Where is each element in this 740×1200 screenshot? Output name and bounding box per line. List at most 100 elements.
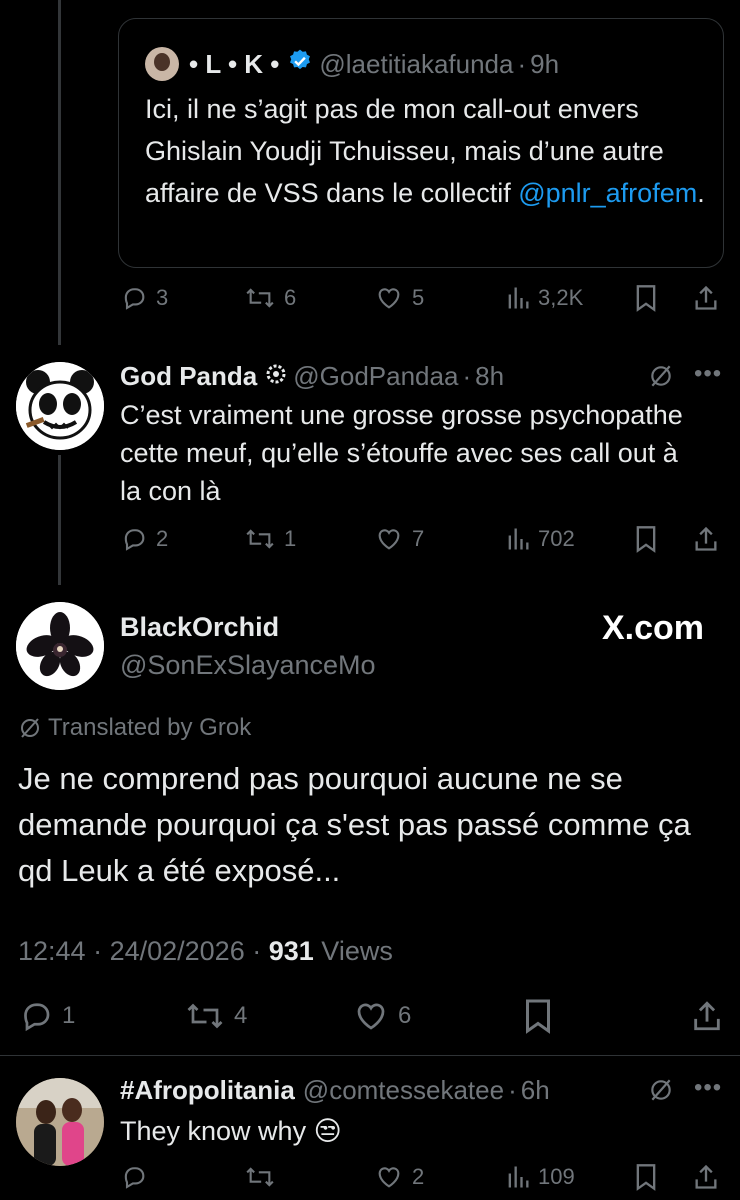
like-button[interactable]: 5: [374, 284, 424, 312]
views-icon: [508, 528, 529, 550]
dot-separator: ·: [244, 936, 269, 966]
quoted-tweet-text: Ici, il ne s’agit pas de mon call-out en…: [145, 88, 715, 214]
like-button[interactable]: 2: [374, 1163, 424, 1191]
views-button[interactable]: 109: [506, 1163, 575, 1191]
afropolitania-avatar-image: [16, 1078, 104, 1166]
bookmark-button[interactable]: [634, 525, 658, 553]
heart-icon: [378, 288, 400, 309]
reply-button[interactable]: 2: [120, 525, 168, 553]
views-count[interactable]: 931: [269, 936, 314, 966]
avatar[interactable]: [16, 362, 104, 450]
thread-line-mid: [58, 455, 61, 585]
repost-button[interactable]: [244, 1163, 276, 1191]
repost-button[interactable]: 1: [244, 525, 296, 553]
brand-watermark: X.com: [601, 609, 704, 647]
repost-button[interactable]: 6: [244, 284, 296, 312]
reply-icon: [124, 288, 145, 310]
bookmark-button[interactable]: [634, 1163, 658, 1191]
quoted-time: 9h: [530, 48, 560, 79]
dot-separator: ·: [508, 1074, 517, 1105]
orchid-avatar-image: [16, 602, 104, 690]
share-button[interactable]: [692, 284, 720, 312]
unamused-emoji: 😒: [313, 1116, 342, 1147]
bookmark-icon: [636, 526, 656, 553]
reply-text: They know why 😒: [120, 1112, 342, 1151]
like-button[interactable]: 6: [352, 998, 411, 1034]
reply-button[interactable]: 1: [18, 998, 75, 1034]
views-label: Views: [321, 936, 393, 966]
reply-header: God Panda @GodPandaa · 8h: [120, 358, 504, 394]
like-button[interactable]: 7: [374, 525, 424, 553]
share-icon: [695, 526, 717, 551]
post-time: 8h: [475, 360, 505, 391]
like-count: 7: [412, 526, 425, 551]
quoted-author-handle[interactable]: @laetitiakafunda: [319, 49, 513, 80]
views-count: 3,2K: [538, 285, 584, 310]
reply-text-content: They know why: [120, 1116, 307, 1146]
main-tweet-text: Je ne comprend pas pourquoi aucune ne se…: [18, 761, 691, 888]
views-count: 109: [538, 1164, 575, 1189]
views-icon: [508, 287, 529, 309]
author-handle[interactable]: @SonExSlayanceMo: [120, 650, 376, 681]
heart-icon: [357, 1003, 385, 1030]
repost-count: 4: [234, 1002, 248, 1029]
heart-icon: [378, 1167, 400, 1188]
like-count: 5: [412, 285, 425, 310]
grok-icon[interactable]: [648, 1076, 674, 1109]
avatar[interactable]: [16, 602, 104, 690]
dot-separator: ·: [85, 936, 110, 966]
verified-badge-icon: [287, 48, 313, 81]
divider: [0, 1055, 740, 1056]
post-time: 6h: [520, 1074, 550, 1105]
repost-icon: [187, 1003, 223, 1029]
bookmark-icon: [636, 285, 656, 312]
panda-avatar-image: [16, 362, 104, 450]
repost-button[interactable]: 4: [184, 998, 247, 1034]
reply-count: 1: [62, 1002, 76, 1029]
quoted-author-name[interactable]: • L • K •: [189, 49, 279, 80]
author-name[interactable]: God Panda: [120, 361, 257, 392]
author-name[interactable]: #Afropolitania: [120, 1075, 295, 1106]
share-icon: [695, 285, 717, 310]
reply-button[interactable]: [120, 1163, 148, 1191]
thread-line-top: [58, 0, 61, 345]
translated-by-grok[interactable]: Translated by Grok: [18, 714, 251, 742]
dot-separator: ·: [517, 48, 527, 79]
heart-icon: [378, 529, 400, 550]
post-meta: 12:44 · 24/02/2026 · 931 Views: [18, 936, 393, 967]
reply-icon: [24, 1003, 50, 1032]
grok-icon[interactable]: [648, 362, 674, 395]
share-icon: [695, 1164, 717, 1189]
like-count: 6: [398, 1002, 412, 1029]
reply-count: 3: [156, 285, 169, 310]
more-options-icon[interactable]: •••: [694, 360, 722, 388]
post-date: 24/02/2026: [109, 936, 245, 966]
bookmark-button[interactable]: [634, 284, 658, 312]
affiliate-badge-icon: [265, 361, 287, 392]
mention-link[interactable]: @pnlr_afrofem: [518, 178, 697, 208]
quoted-avatar[interactable]: [145, 47, 179, 81]
reply-text: C’est vraiment une grosse grosse psychop…: [120, 400, 683, 506]
like-count: 2: [412, 1164, 425, 1189]
share-icon: [694, 1001, 720, 1031]
share-button[interactable]: [690, 998, 724, 1034]
reply-button[interactable]: 3: [120, 284, 168, 312]
author-name[interactable]: BlackOrchid: [120, 612, 279, 643]
bookmark-icon: [636, 1164, 656, 1191]
repost-icon: [246, 529, 274, 549]
views-icon: [508, 1166, 529, 1188]
more-options-icon[interactable]: •••: [694, 1074, 722, 1102]
repost-count: 1: [284, 526, 297, 551]
repost-icon: [246, 288, 274, 308]
views-count: 702: [538, 526, 575, 551]
share-button[interactable]: [692, 525, 720, 553]
avatar[interactable]: [16, 1078, 104, 1166]
views-button[interactable]: 3,2K: [506, 284, 583, 312]
bookmark-button[interactable]: [522, 998, 554, 1034]
share-button[interactable]: [692, 1163, 720, 1191]
views-button[interactable]: 702: [506, 525, 575, 553]
author-handle[interactable]: @GodPandaa: [293, 361, 458, 392]
author-handle[interactable]: @comtessekatee: [303, 1075, 504, 1106]
post-time: 12:44: [18, 936, 86, 966]
translated-label: Translated by Grok: [48, 714, 252, 741]
